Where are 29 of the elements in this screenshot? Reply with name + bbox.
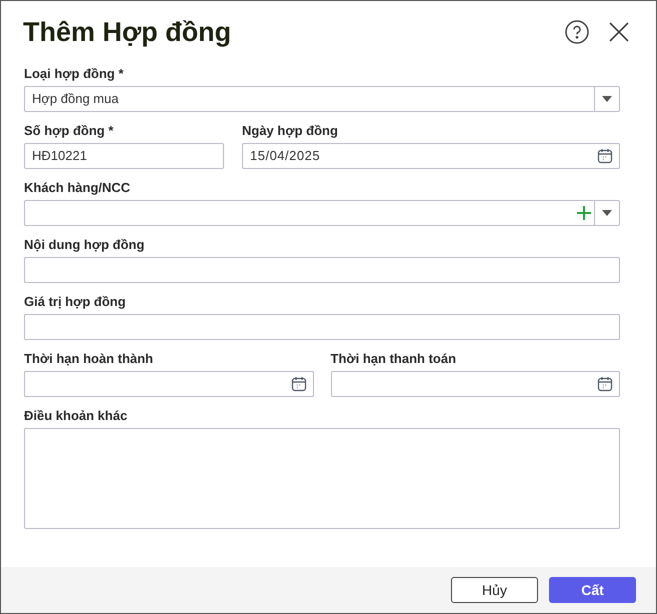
date-field[interactable] xyxy=(330,371,620,397)
help-icon[interactable] xyxy=(565,20,589,44)
cancel-button[interactable]: Hủy xyxy=(451,577,538,603)
field-label: Ngày hợp đồng xyxy=(242,122,339,139)
field-label: Khách hàng/NCC xyxy=(24,179,132,196)
save-button[interactable]: Cất xyxy=(549,577,636,603)
text-area[interactable] xyxy=(24,428,620,529)
caret-icon xyxy=(602,210,612,216)
date-field[interactable]: 15/04/2025 xyxy=(242,143,620,169)
date-field[interactable] xyxy=(24,371,314,397)
calendar-icon xyxy=(597,376,613,392)
field-label: Thời hạn hoàn thành xyxy=(24,350,154,367)
input-field[interactable] xyxy=(24,257,620,283)
plus-icon xyxy=(577,206,591,220)
field-label: Loại hợp đồng * xyxy=(24,65,125,82)
field-label: Giá trị hợp đồng xyxy=(24,293,127,310)
input-field[interactable] xyxy=(24,314,620,340)
dropdown-field[interactable] xyxy=(24,200,620,226)
calendar-icon xyxy=(290,376,306,392)
field-label: Nội dung hợp đồng xyxy=(24,236,146,253)
dropdown-field[interactable]: Hợp đồng mua xyxy=(24,86,620,112)
dialog-title: Thêm Hợp đồng xyxy=(23,16,232,49)
close-icon[interactable] xyxy=(609,22,629,42)
field-label: Số hợp đồng * xyxy=(24,122,114,139)
field-label: Thời hạn thanh toán xyxy=(330,350,458,367)
caret-icon xyxy=(602,96,612,102)
input-field[interactable]: HĐ10221 xyxy=(24,143,224,169)
calendar-icon xyxy=(597,148,613,164)
field-label: Điều khoản khác xyxy=(24,407,128,424)
